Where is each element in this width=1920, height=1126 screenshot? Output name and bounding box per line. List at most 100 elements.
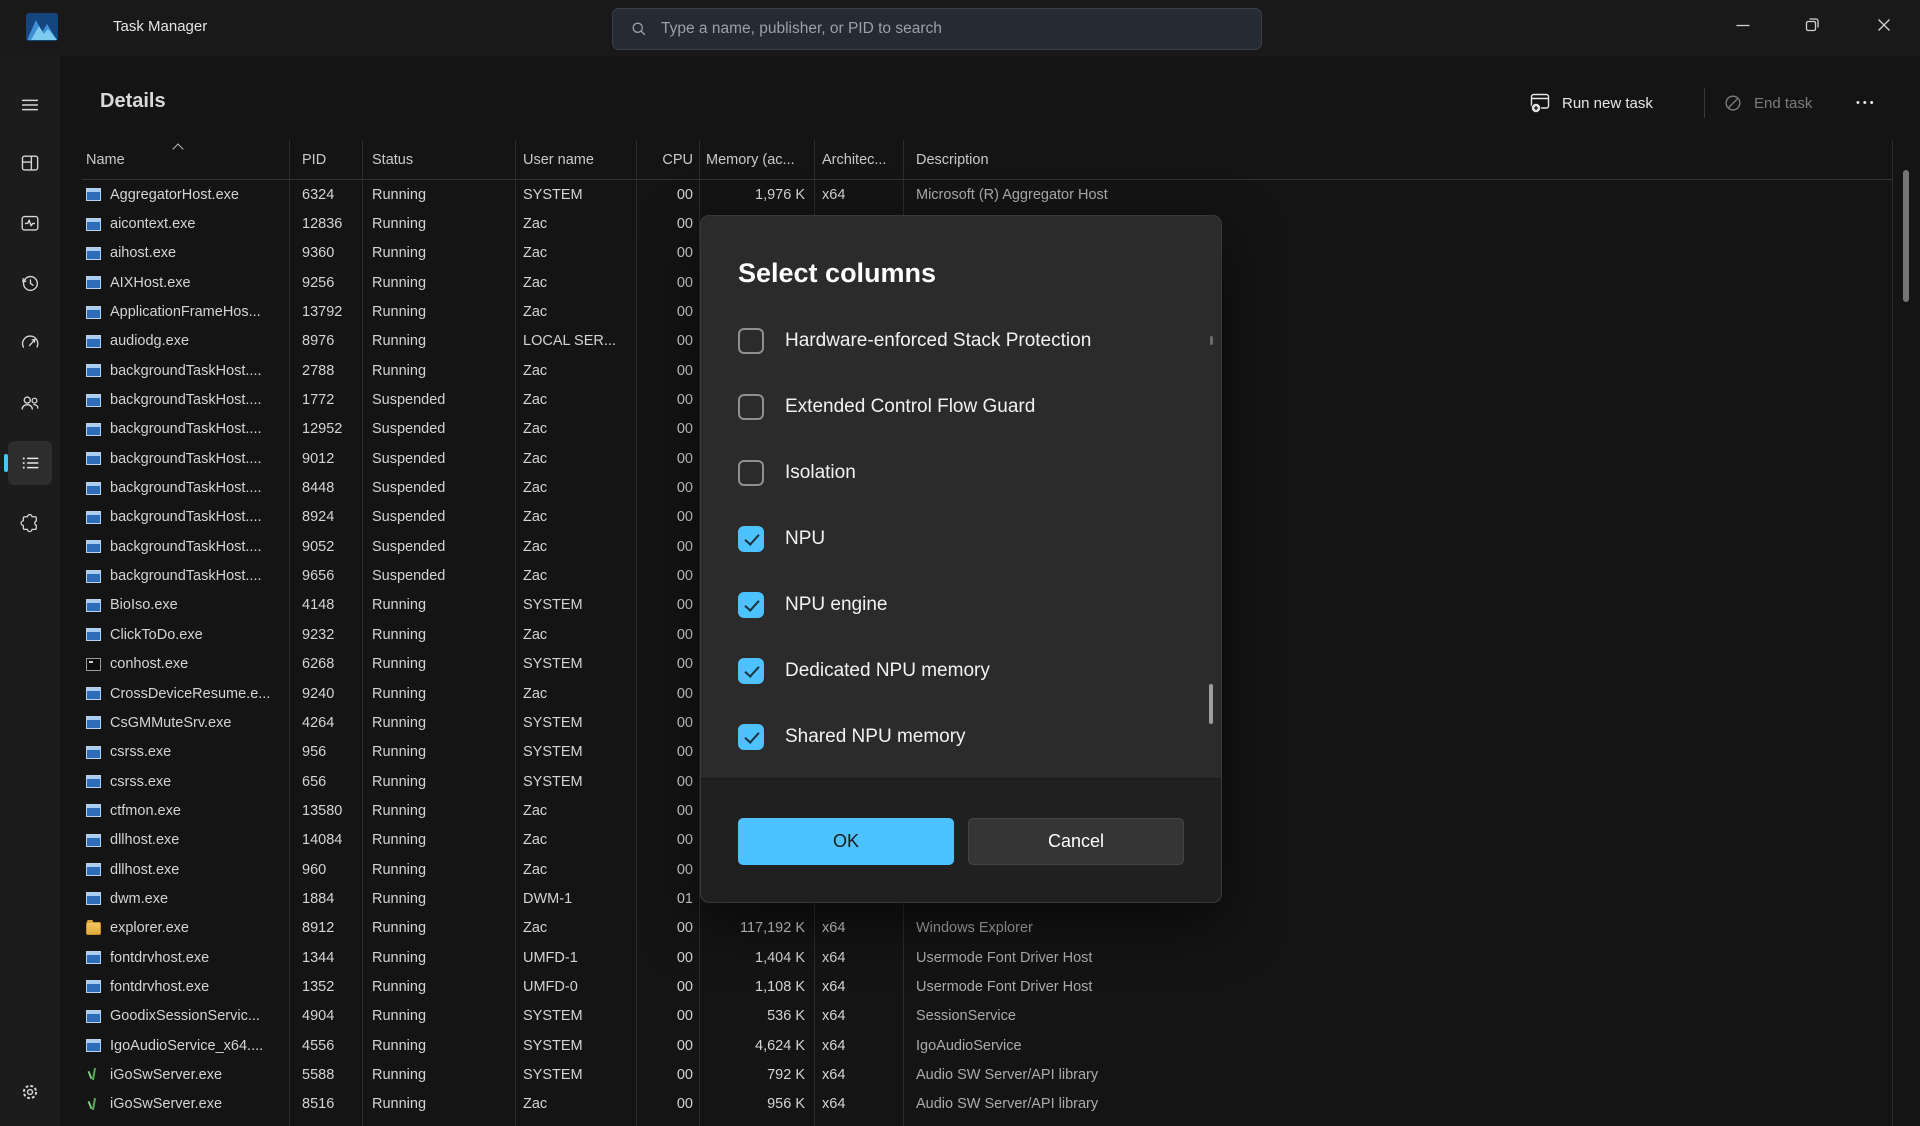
dialog-scrollbar-thumb[interactable] (1209, 684, 1213, 724)
search-box[interactable] (612, 8, 1262, 50)
run-new-task-button[interactable]: Run new task (1522, 84, 1659, 122)
sort-ascending-icon (172, 143, 183, 154)
dialog-footer: OK Cancel (701, 778, 1221, 902)
end-task-label: End task (1754, 95, 1812, 112)
column-header-user[interactable]: User name (516, 140, 637, 179)
sidebar-item-startup-apps[interactable] (8, 321, 52, 365)
table-row[interactable]: fontdrvhost.exe 1344 Running UMFD-1 00 1… (82, 943, 1893, 972)
users-icon (19, 392, 41, 414)
hamburger-icon (19, 94, 41, 116)
column-option[interactable]: Extended Control Flow Guard (701, 374, 1211, 440)
close-button[interactable] (1861, 0, 1907, 50)
checkbox[interactable] (738, 394, 764, 420)
ellipsis-icon: ••• (1856, 97, 1877, 109)
process-icon (86, 540, 101, 553)
column-option[interactable]: Hardware-enforced Stack Protection (701, 308, 1211, 374)
table-row[interactable]: GoodixSessionServic... 4904 Running SYST… (82, 1002, 1893, 1031)
column-header-cpu[interactable]: CPU (637, 140, 700, 179)
table-row[interactable]: explorer.exe 8912 Running Zac 00 117,192… (82, 914, 1893, 943)
process-icon (86, 276, 101, 289)
process-icon (86, 452, 101, 465)
dialog-scroll-mark (1210, 336, 1213, 345)
process-icon (86, 863, 101, 876)
restore-button[interactable] (1789, 0, 1835, 50)
column-option-label: NPU (785, 528, 825, 550)
end-task-icon (1722, 92, 1744, 114)
checkbox[interactable] (738, 328, 764, 354)
process-icon (86, 716, 101, 729)
details-icon (19, 452, 41, 474)
table-row[interactable]: iGoSwServer.exe 8516 Running Zac 00 956 … (82, 1090, 1893, 1119)
column-option[interactable]: Shared NPU memory (701, 704, 1211, 770)
process-icon (86, 951, 101, 964)
table-scrollbar-thumb[interactable] (1903, 170, 1909, 302)
column-header-architecture[interactable]: Architec... (815, 140, 904, 179)
checkbox[interactable] (738, 658, 764, 684)
sidebar-item-settings[interactable] (8, 1070, 52, 1114)
column-option[interactable]: NPU (701, 506, 1211, 572)
more-options-button[interactable]: ••• (1856, 84, 1877, 122)
table-row[interactable]: iGoSwServer.exe 5588 Running SYSTEM 00 7… (82, 1060, 1893, 1089)
checkbox[interactable] (738, 592, 764, 618)
process-icon (86, 511, 101, 524)
processes-icon (19, 152, 41, 174)
column-option[interactable]: Isolation (701, 440, 1211, 506)
run-new-task-label: Run new task (1562, 95, 1653, 112)
process-icon (86, 335, 101, 348)
ok-button[interactable]: OK (738, 818, 954, 865)
sidebar-item-details[interactable] (8, 441, 52, 485)
sidebar-item-services[interactable] (8, 501, 52, 545)
process-icon (86, 570, 101, 583)
table-row[interactable]: AggregatorHost.exe 6324 Running SYSTEM 0… (82, 180, 1893, 209)
task-manager-window: Task Manager (0, 0, 1920, 1126)
column-header-name[interactable]: Name (82, 140, 290, 179)
column-option-label: NPU engine (785, 594, 887, 616)
process-icon (86, 628, 101, 641)
select-columns-dialog: Select columns Hardware-enforced Stack P… (700, 215, 1222, 903)
menu-toggle-button[interactable] (8, 83, 52, 127)
process-icon (86, 1010, 101, 1023)
minimize-button[interactable] (1720, 0, 1766, 50)
process-icon (86, 658, 101, 671)
startup-apps-icon (19, 332, 41, 354)
services-icon (19, 512, 41, 534)
gear-icon (19, 1081, 41, 1103)
process-icon (86, 775, 101, 788)
cancel-button[interactable]: Cancel (968, 818, 1184, 865)
titlebar: Task Manager (0, 0, 1920, 56)
sidebar-item-app-history[interactable] (8, 261, 52, 305)
column-option[interactable]: NPU engine (701, 572, 1211, 638)
sidebar-item-performance[interactable] (8, 201, 52, 245)
process-icon (86, 804, 101, 817)
performance-icon (19, 212, 41, 234)
navigation-rail (0, 56, 60, 1126)
column-header-memory[interactable]: Memory (ac... (700, 140, 815, 179)
table-row[interactable]: IgoAudioService_x64.... 4556 Running SYS… (82, 1031, 1893, 1060)
column-option-label: Isolation (785, 462, 856, 484)
checkbox[interactable] (738, 724, 764, 750)
app-history-icon (19, 272, 41, 294)
checkbox[interactable] (738, 526, 764, 552)
column-header-pid[interactable]: PID (290, 140, 363, 179)
table-row[interactable]: IntelAudioService.exe 4588 Running SYSTE… (82, 1119, 1893, 1126)
page-title: Details (100, 90, 166, 113)
process-icon (86, 394, 101, 407)
process-icon (86, 247, 101, 260)
sidebar-item-processes[interactable] (8, 141, 52, 185)
toolbar-separator (1704, 88, 1705, 118)
column-option-label: Extended Control Flow Guard (785, 396, 1035, 418)
process-icon (86, 834, 101, 847)
process-icon (86, 306, 101, 319)
process-icon (86, 980, 101, 993)
process-icon (86, 687, 101, 700)
table-row[interactable]: fontdrvhost.exe 1352 Running UMFD-0 00 1… (82, 972, 1893, 1001)
process-icon (86, 922, 101, 935)
process-icon (86, 599, 101, 612)
column-header-status[interactable]: Status (363, 140, 516, 179)
search-input[interactable] (661, 20, 1261, 38)
checkbox[interactable] (738, 460, 764, 486)
sidebar-item-users[interactable] (8, 381, 52, 425)
process-icon (86, 1039, 101, 1052)
column-header-description[interactable]: Description (904, 140, 1893, 179)
column-option[interactable]: Dedicated NPU memory (701, 638, 1211, 704)
